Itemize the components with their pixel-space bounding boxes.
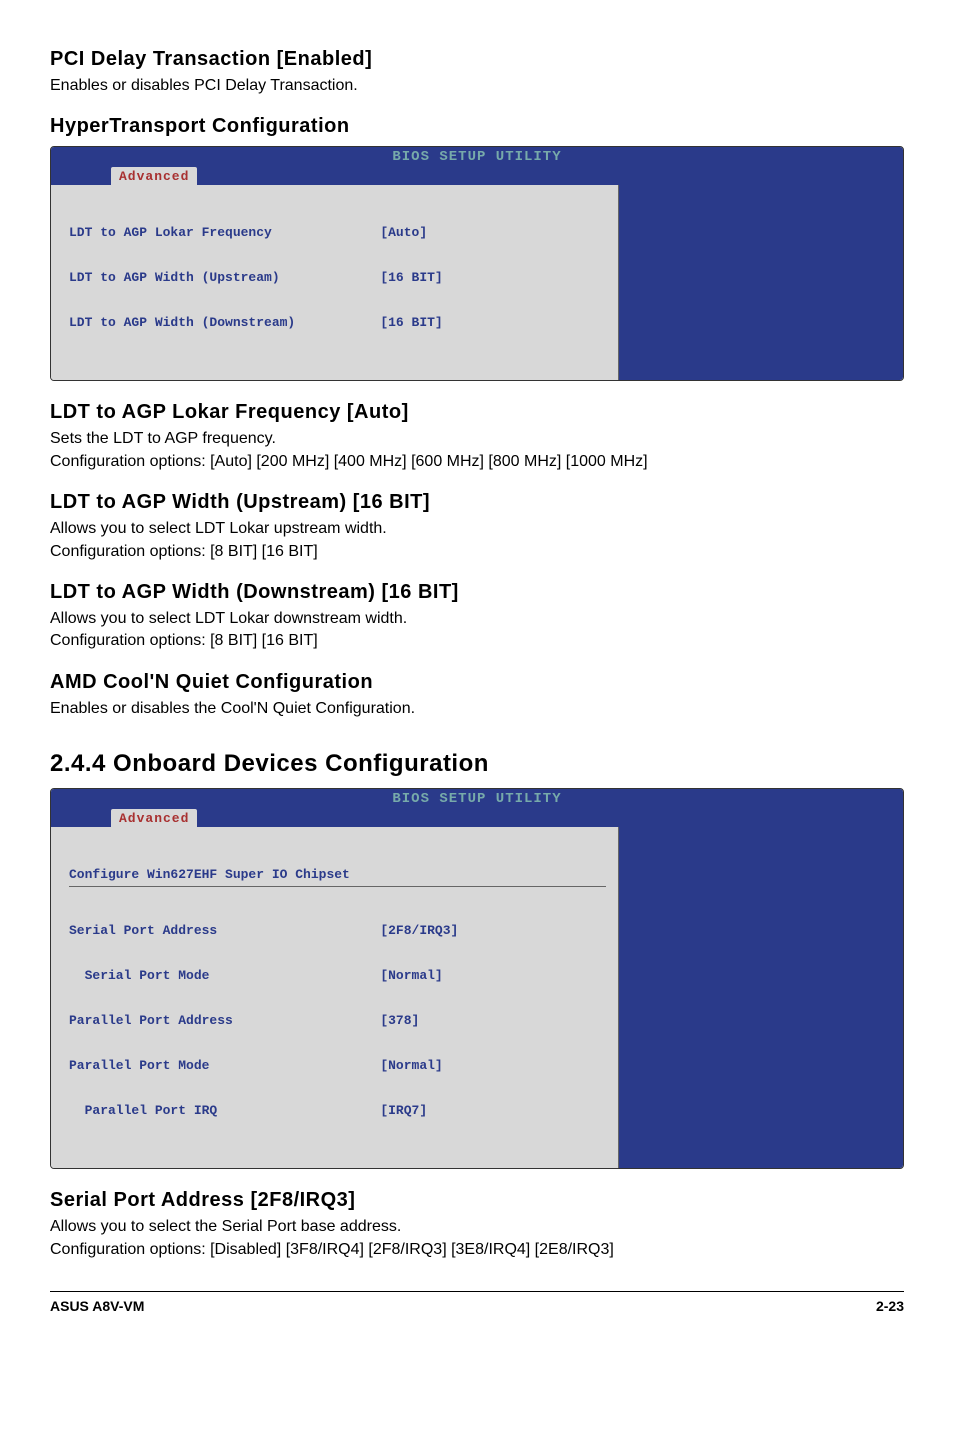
footer-model: ASUS A8V-VM — [50, 1298, 144, 1314]
footer-page-number: 2-23 — [876, 1298, 904, 1314]
bios-row: Parallel Port IRQ [IRQ7] — [69, 1103, 606, 1118]
bios-label: Parallel Port IRQ — [69, 1103, 380, 1118]
bios-row: Parallel Port Address [378] — [69, 1013, 606, 1028]
section-text-ldt-upstream: Allows you to select LDT Lokar upstream … — [50, 518, 904, 563]
bios-value: [378] — [380, 1013, 605, 1028]
bios-subheader: Configure Win627EHF Super IO Chipset — [69, 867, 606, 887]
bios-screenshot-hypertransport: BIOS SETUP UTILITY Advanced LDT to AGP L… — [50, 146, 904, 381]
section-heading-244: 2.4.4 Onboard Devices Configuration — [50, 750, 904, 778]
bios-title: BIOS SETUP UTILITY — [51, 791, 903, 807]
bios-value: [2F8/IRQ3] — [380, 923, 605, 938]
bios-title-bar: BIOS SETUP UTILITY Advanced — [51, 789, 903, 827]
bios-label: Serial Port Address — [69, 923, 380, 938]
section-heading-hypertransport: HyperTransport Configuration — [50, 115, 904, 138]
section-heading-ldt-downstream: LDT to AGP Width (Downstream) [16 BIT] — [50, 581, 904, 604]
bios-title-bar: BIOS SETUP UTILITY Advanced — [51, 147, 903, 185]
bios-tab-advanced: Advanced — [111, 167, 197, 185]
bios-help-panel — [619, 185, 903, 380]
section-heading-pci-delay: PCI Delay Transaction [Enabled] — [50, 48, 904, 71]
section-heading-ldt-upstream: LDT to AGP Width (Upstream) [16 BIT] — [50, 491, 904, 514]
bios-settings-panel: Configure Win627EHF Super IO Chipset Ser… — [51, 827, 619, 1168]
section-heading-serial-port: Serial Port Address [2F8/IRQ3] — [50, 1189, 904, 1212]
bios-label: LDT to AGP Lokar Frequency — [69, 225, 380, 240]
bios-value: [IRQ7] — [380, 1103, 605, 1118]
bios-row: LDT to AGP Width (Upstream) [16 BIT] — [69, 270, 606, 285]
bios-label: LDT to AGP Width (Downstream) — [69, 315, 380, 330]
bios-body: LDT to AGP Lokar Frequency [Auto] LDT to… — [51, 185, 903, 380]
bios-label: Parallel Port Address — [69, 1013, 380, 1028]
section-heading-amd-coolnquiet: AMD Cool'N Quiet Configuration — [50, 671, 904, 694]
bios-row: Serial Port Address [2F8/IRQ3] — [69, 923, 606, 938]
section-text-pci-delay: Enables or disables PCI Delay Transactio… — [50, 75, 904, 97]
section-text-amd-coolnquiet: Enables or disables the Cool'N Quiet Con… — [50, 698, 904, 720]
bios-value: [Auto] — [380, 225, 605, 240]
bios-settings-panel: LDT to AGP Lokar Frequency [Auto] LDT to… — [51, 185, 619, 380]
bios-value: [Normal] — [380, 1058, 605, 1073]
section-text-serial-port: Allows you to select the Serial Port bas… — [50, 1216, 904, 1261]
bios-label: Parallel Port Mode — [69, 1058, 380, 1073]
bios-label: LDT to AGP Width (Upstream) — [69, 270, 380, 285]
bios-row: LDT to AGP Lokar Frequency [Auto] — [69, 225, 606, 240]
bios-help-panel — [619, 827, 903, 1168]
bios-label: Serial Port Mode — [69, 968, 380, 983]
section-text-ldt-downstream: Allows you to select LDT Lokar downstrea… — [50, 608, 904, 653]
section-text-ldt-freq: Sets the LDT to AGP frequency. Configura… — [50, 428, 904, 473]
bios-row: Parallel Port Mode [Normal] — [69, 1058, 606, 1073]
bios-row: Serial Port Mode [Normal] — [69, 968, 606, 983]
bios-tab-advanced: Advanced — [111, 809, 197, 827]
bios-row: LDT to AGP Width (Downstream) [16 BIT] — [69, 315, 606, 330]
section-heading-ldt-freq: LDT to AGP Lokar Frequency [Auto] — [50, 401, 904, 424]
bios-value: [Normal] — [380, 968, 605, 983]
page-footer: ASUS A8V-VM 2-23 — [50, 1291, 904, 1314]
bios-body: Configure Win627EHF Super IO Chipset Ser… — [51, 827, 903, 1168]
bios-screenshot-onboard-devices: BIOS SETUP UTILITY Advanced Configure Wi… — [50, 788, 904, 1169]
bios-value: [16 BIT] — [380, 315, 605, 330]
bios-title: BIOS SETUP UTILITY — [51, 149, 903, 165]
bios-value: [16 BIT] — [380, 270, 605, 285]
